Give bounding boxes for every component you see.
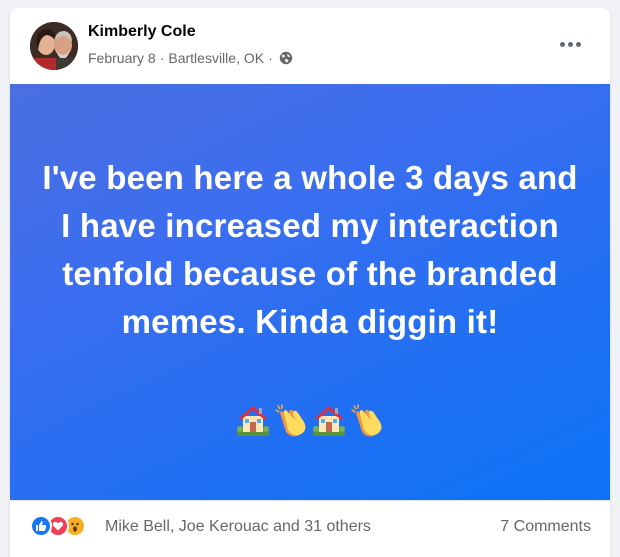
more-options-button[interactable]	[552, 30, 588, 58]
meta-separator: ·	[159, 50, 165, 66]
author-name[interactable]: Kimberly Cole	[88, 23, 196, 41]
like-reaction-icon	[30, 515, 52, 537]
post-footer: Mike Bell, Joe Kerouac and 31 others 7 C…	[10, 500, 610, 557]
reaction-summary[interactable]: Mike Bell, Joe Kerouac and 31 others	[105, 518, 371, 536]
meta-separator: ·	[268, 50, 273, 66]
house-with-garden-icon	[313, 406, 345, 436]
avatar[interactable]	[30, 22, 78, 70]
post-text: I've been here a whole 3 days and I have…	[42, 159, 578, 340]
post-meta: February 8 · Bartlesville, OK ·	[88, 50, 293, 66]
comments-count[interactable]: 7 Comments	[500, 518, 591, 536]
post-card: Kimberly Cole February 8 · Bartlesville,…	[10, 8, 610, 557]
more-options-dot	[567, 41, 573, 47]
emoji-row	[10, 402, 610, 438]
post-location[interactable]: Bartlesville, OK	[168, 50, 264, 66]
clapping-hands-icon	[275, 404, 306, 437]
post-date[interactable]: February 8	[88, 50, 156, 66]
more-options-icon	[559, 41, 565, 47]
clapping-hands-icon	[351, 404, 382, 437]
house-with-garden-icon	[237, 406, 269, 436]
globe-icon[interactable]	[279, 51, 293, 65]
reaction-icons[interactable]	[30, 515, 86, 537]
post-background[interactable]: I've been here a whole 3 days and I have…	[10, 84, 610, 500]
post-header: Kimberly Cole February 8 · Bartlesville,…	[10, 8, 610, 83]
more-options-dot	[575, 41, 581, 47]
